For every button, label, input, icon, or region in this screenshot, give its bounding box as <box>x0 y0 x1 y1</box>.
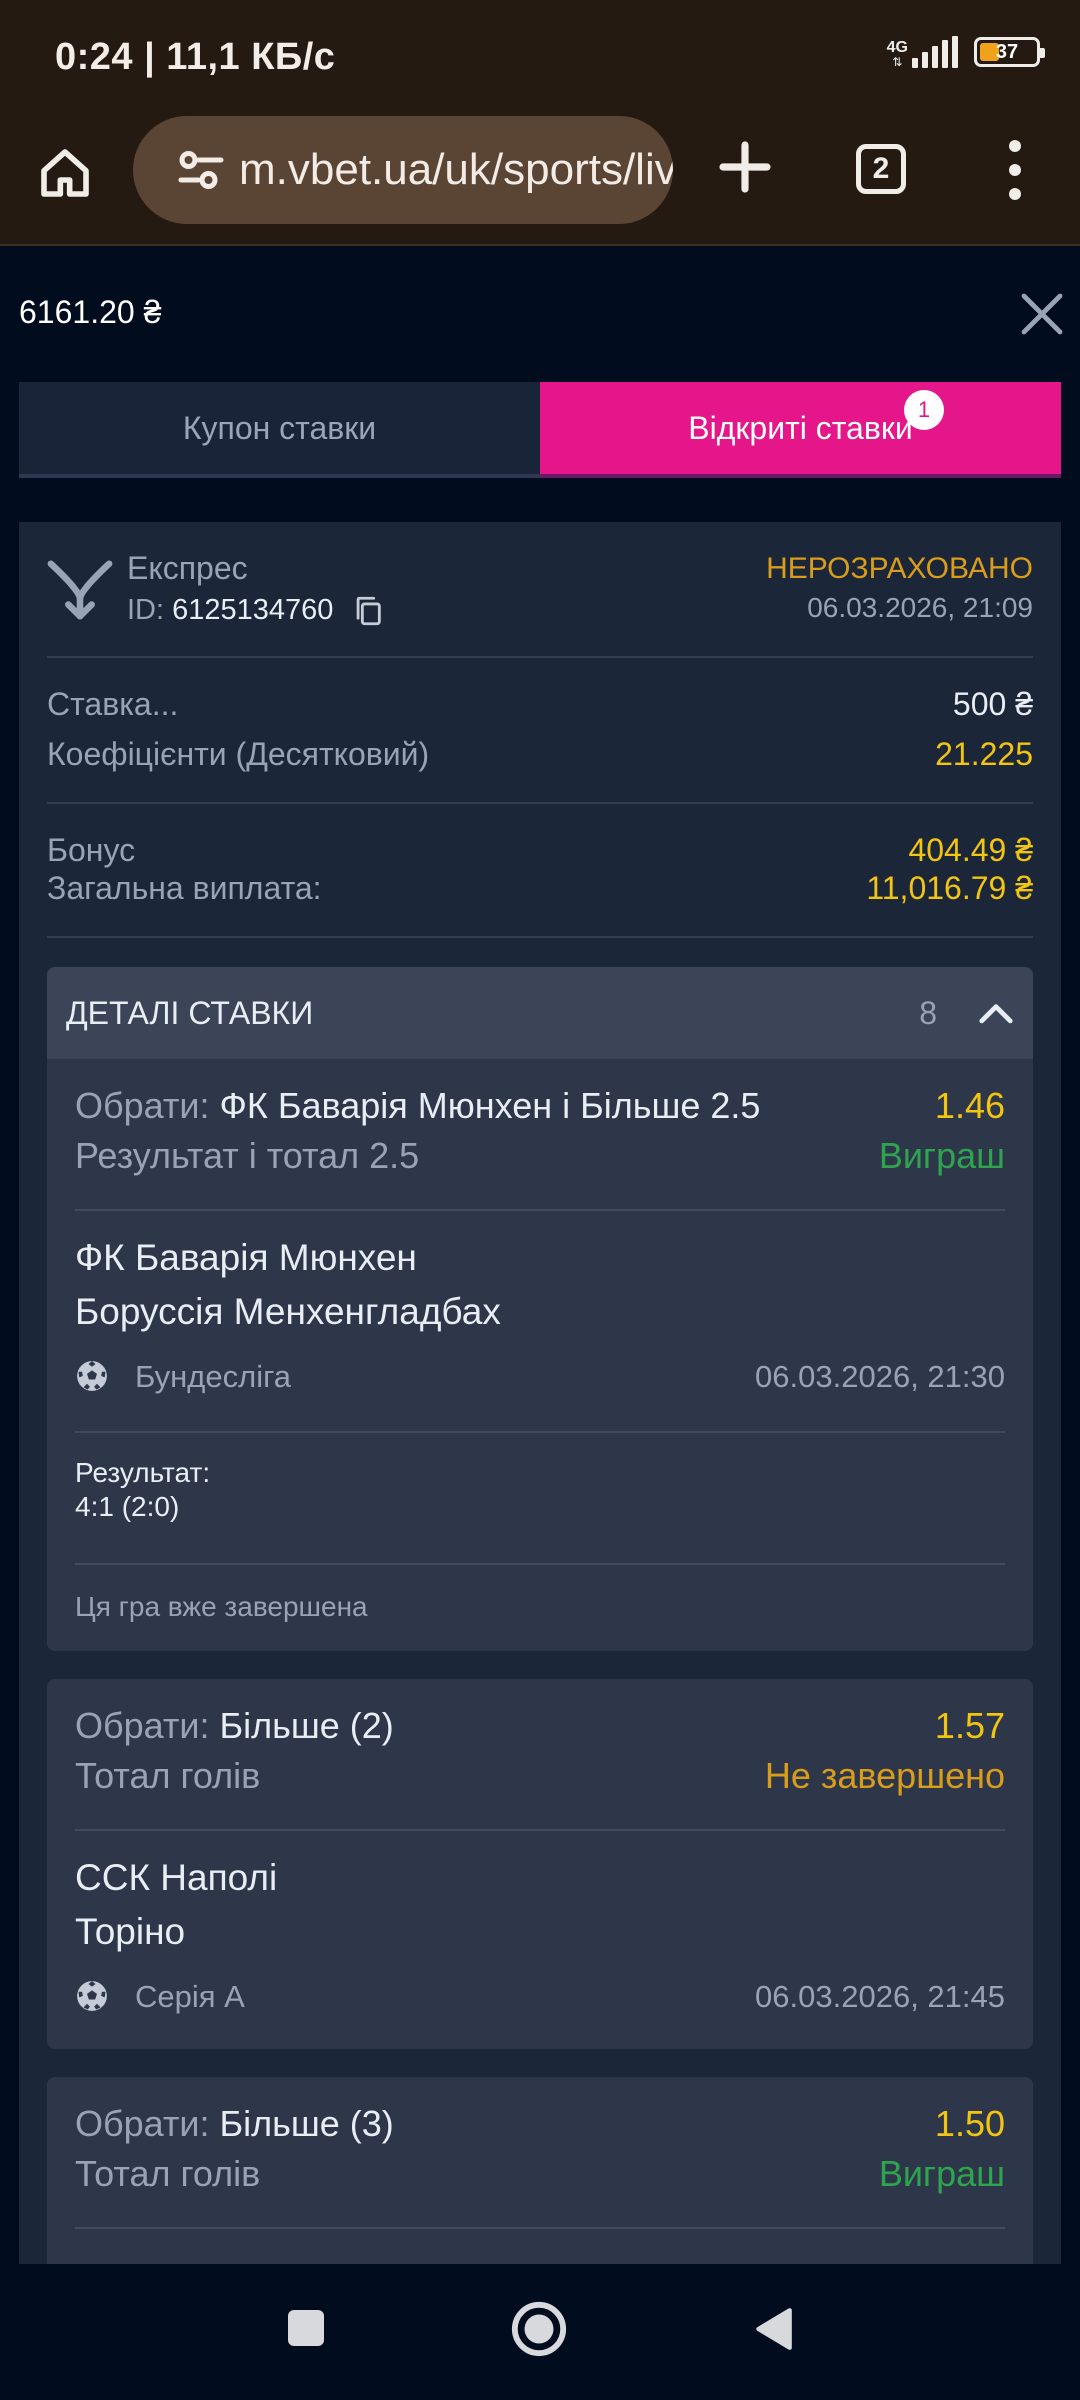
signal-icon <box>912 36 958 68</box>
stake-value: 500 ₴ <box>952 686 1033 722</box>
back-nav-icon[interactable] <box>752 2306 794 2352</box>
more-vert-icon[interactable] <box>1000 140 1030 200</box>
bet-id-label: ID: <box>127 594 165 626</box>
details-header[interactable]: ДЕТАЛІ СТАВКИ 8 <box>47 967 1033 1059</box>
odds-label: Коефіцієнти (Десятковий) <box>47 736 430 772</box>
network-indicator: 4G ⇅ <box>887 36 958 68</box>
event-selection: Обрати: Більше (2) <box>75 1705 394 1747</box>
soccer-ball-icon <box>77 1361 107 1391</box>
payout-value: 11,016.79 ₴ <box>866 870 1033 906</box>
event-selection: Обрати: Більше (3) <box>75 2103 394 2145</box>
select-label: Обрати: <box>75 2103 210 2144</box>
result-value: 4:1 (2:0) <box>75 1491 180 1522</box>
betslip-tabs: Купон ставки Відкриті ставки <box>19 382 1061 478</box>
bet-datetime: 06.03.2026, 21:09 <box>807 592 1033 623</box>
team-away: Торіно <box>75 1911 186 1952</box>
bet-card: Експрес ID: 6125134760 НЕРОЗРАХОВАНО 06.… <box>19 522 1061 2264</box>
divider <box>47 656 1033 658</box>
details-title: ДЕТАЛІ СТАВКИ <box>66 995 314 1031</box>
battery-icon: 37 <box>974 37 1045 67</box>
select-label: Обрати: <box>75 1705 210 1746</box>
circle-nav-icon[interactable] <box>510 2300 568 2358</box>
new-tab-button[interactable] <box>712 134 778 200</box>
event-odds: 1.57 <box>934 1705 1005 1746</box>
odds-value: 21.225 <box>935 736 1033 772</box>
selection-name: Більше (3) <box>219 2103 394 2144</box>
status-time: 0:24 | 11,1 КБ/с <box>55 36 336 78</box>
team-home: ФК Баварія Мюнхен <box>75 1237 417 1278</box>
chevron-up-icon[interactable] <box>977 997 1015 1029</box>
event-datetime: 06.03.2026, 21:45 <box>755 1979 1005 2014</box>
event-card: Обрати: ФК Баварія Мюнхен і Більше 2.5 1… <box>47 1059 1033 1651</box>
tabs-button[interactable]: 2 <box>856 144 906 194</box>
event-odds: 1.50 <box>934 2103 1005 2144</box>
tune-icon[interactable] <box>171 140 231 200</box>
selection-name: ФК Баварія Мюнхен і Більше 2.5 <box>219 1085 761 1126</box>
team-away: Боруссія Менхенгладбах <box>75 1291 501 1332</box>
account-balance: 6161.20 ₴ <box>19 294 162 330</box>
event-card: Обрати: Більше (2) 1.57 Тотал голів Не з… <box>47 1679 1033 2049</box>
payout-label: Загальна виплата: <box>47 870 322 906</box>
bet-id-value: 6125134760 <box>172 594 334 626</box>
bet-details: ДЕТАЛІ СТАВКИ 8 Обрати: ФК Баварія Мюнхе… <box>47 967 1033 2264</box>
event-selection: Обрати: ФК Баварія Мюнхен і Більше 2.5 <box>75 1085 760 1127</box>
divider <box>75 1829 1005 1831</box>
tab-open-bets[interactable]: Відкриті ставки <box>540 382 1061 478</box>
browser-toolbar: m.vbet.ua/uk/sports/live 2 <box>0 116 1080 246</box>
battery-level: 37 <box>995 40 1019 63</box>
divider <box>75 2227 1005 2229</box>
url-text[interactable]: m.vbet.ua/uk/sports/live <box>239 145 673 195</box>
plus-icon <box>719 141 771 193</box>
close-icon[interactable] <box>1018 290 1066 338</box>
event-note: Ця гра вже завершена <box>75 1591 368 1622</box>
bet-type: Експрес <box>127 550 248 586</box>
open-bets-badge: 1 <box>904 390 944 430</box>
select-label: Обрати: <box>75 1085 210 1126</box>
event-market: Результат і тотал 2.5 <box>75 1135 420 1176</box>
home-icon <box>41 149 89 197</box>
stake-label: Ставка... <box>47 686 179 722</box>
event-market: Тотал голів <box>75 2153 261 2194</box>
square-nav-icon[interactable] <box>286 2308 326 2348</box>
status-bar: 0:24 | 11,1 КБ/с 4G ⇅ 37 <box>0 0 1080 116</box>
divider <box>75 1563 1005 1565</box>
event-league: Бундесліга <box>135 1359 291 1394</box>
tab-coupon[interactable]: Купон ставки <box>19 382 540 478</box>
copy-icon[interactable] <box>351 594 385 628</box>
result-label: Результат: <box>75 1457 211 1488</box>
divider <box>47 936 1033 938</box>
bet-id: ID: 6125134760 <box>127 594 333 627</box>
home-button[interactable] <box>30 138 100 208</box>
bonus-value: 404.49 ₴ <box>908 832 1033 868</box>
divider <box>75 1209 1005 1211</box>
soccer-ball-icon <box>77 1981 107 2011</box>
address-bar[interactable]: m.vbet.ua/uk/sports/live <box>133 116 673 224</box>
event-outcome: Виграш <box>878 2153 1005 2194</box>
event-outcome: Не завершено <box>764 1755 1005 1796</box>
event-datetime: 06.03.2026, 21:30 <box>755 1359 1005 1394</box>
event-odds: 1.46 <box>934 1085 1005 1126</box>
network-type: 4G <box>886 39 908 56</box>
tab-open-label: Відкриті ставки <box>688 409 913 446</box>
express-icon <box>47 560 113 620</box>
divider <box>75 1431 1005 1433</box>
bet-status: НЕРОЗРАХОВАНО <box>766 552 1033 585</box>
divider <box>47 802 1033 804</box>
event-league: Серія А <box>135 1979 245 2014</box>
event-outcome: Виграш <box>878 1135 1005 1176</box>
event-market: Тотал голів <box>75 1755 261 1796</box>
system-nav-bar <box>0 2266 1080 2400</box>
event-card: Обрати: Більше (3) 1.50 Тотал голів Вигр… <box>47 2077 1033 2264</box>
details-count: 8 <box>919 995 937 1031</box>
bonus-label: Бонус <box>47 832 136 868</box>
tab-count: 2 <box>872 152 890 185</box>
selection-name: Більше (2) <box>219 1705 394 1746</box>
tab-coupon-label: Купон ставки <box>182 409 377 446</box>
status-icons: 4G ⇅ 37 <box>887 36 1045 68</box>
team-home: ССК Наполі <box>75 1857 278 1898</box>
